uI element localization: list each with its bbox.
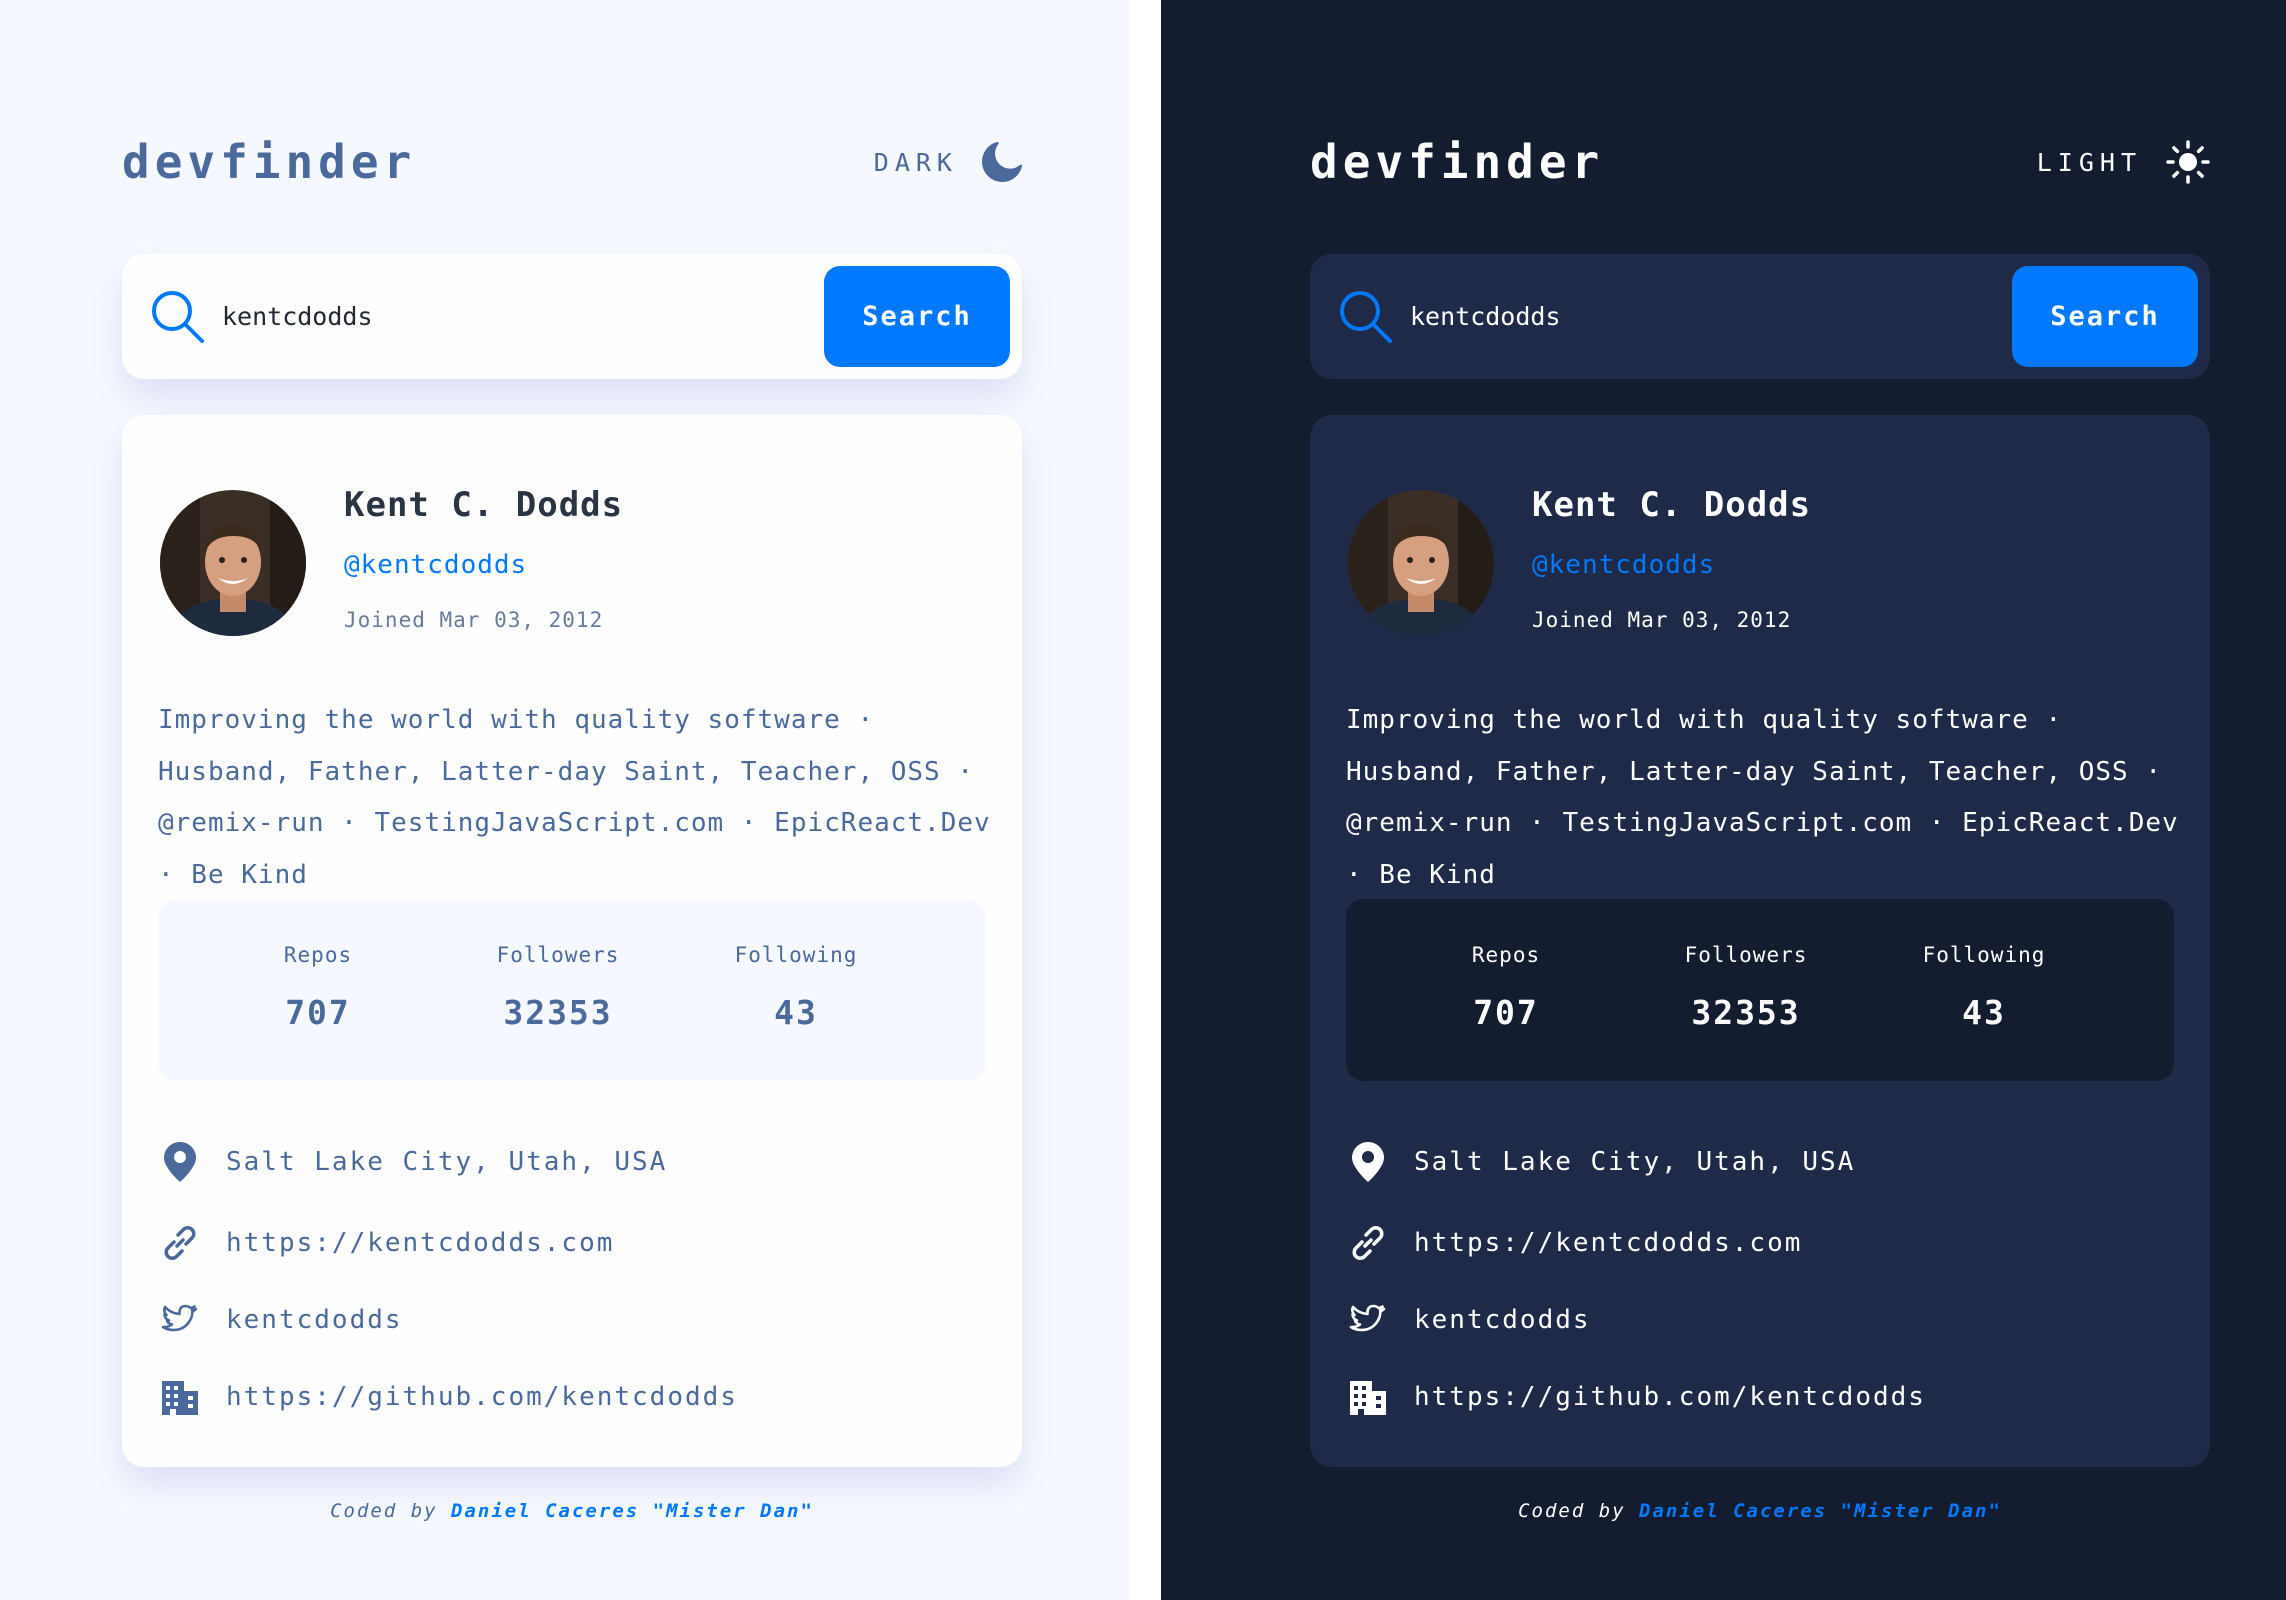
stat-repos-value: 707 [1473, 993, 1539, 1032]
location-pin-icon [158, 1140, 202, 1184]
profile-company[interactable]: https://github.com/kentcdodds [1346, 1372, 2146, 1422]
profile-blog[interactable]: https://kentcdodds.com [158, 1218, 958, 1268]
twitter-link[interactable]: kentcdodds [226, 1305, 403, 1335]
theme-toggle-button[interactable]: DARK [874, 132, 1022, 192]
building-icon [1346, 1375, 1390, 1419]
profile-card: Kent C. Dodds @kentcdodds Joined Mar 03,… [122, 415, 1022, 1467]
profile-login[interactable]: @kentcdodds [344, 550, 527, 580]
profile-location: Salt Lake City, Utah, USA [158, 1137, 958, 1187]
footer-author-link[interactable]: Daniel Caceres "Mister Dan" [451, 1500, 814, 1522]
screenshot-canvas: devfinder DARK Search [0, 0, 2286, 1600]
app-header: devfinder DARK [122, 132, 1022, 192]
dark-theme-panel: devfinder LIGHT Search [1161, 0, 2286, 1600]
search-button[interactable]: Search [2012, 266, 2198, 367]
stat-following-label: Following [1922, 943, 2046, 967]
search-bar: Search [122, 254, 1022, 379]
search-bar: Search [1310, 254, 2210, 379]
app-logo: devfinder [122, 135, 417, 189]
footer-credit: Coded by Daniel Caceres "Mister Dan" [1310, 1500, 2210, 1522]
profile-twitter[interactable]: kentcdodds [158, 1295, 958, 1345]
profile-name: Kent C. Dodds [344, 485, 624, 525]
profile-blog[interactable]: https://kentcdodds.com [1346, 1218, 2146, 1268]
profile-stats: Repos 707 Followers 32353 Following 43 [1346, 899, 2174, 1081]
link-icon [1346, 1221, 1390, 1265]
stat-following-label: Following [734, 943, 858, 967]
search-button[interactable]: Search [824, 266, 1010, 367]
theme-toggle-button[interactable]: LIGHT [2037, 132, 2210, 192]
profile-card: Kent C. Dodds @kentcdodds Joined Mar 03,… [1310, 415, 2210, 1467]
sun-icon [2166, 140, 2210, 184]
profile-location: Salt Lake City, Utah, USA [1346, 1137, 2146, 1187]
app-logo: devfinder [1310, 135, 1605, 189]
panel-divider [1129, 0, 1161, 1600]
app-header: devfinder LIGHT [1310, 132, 2210, 192]
profile-login[interactable]: @kentcdodds [1532, 550, 1715, 580]
blog-link[interactable]: https://kentcdodds.com [1414, 1228, 1802, 1258]
twitter-icon [1346, 1298, 1390, 1342]
light-theme-panel: devfinder DARK Search [0, 0, 1129, 1600]
profile-stats: Repos 707 Followers 32353 Following 43 [158, 899, 986, 1081]
stat-following-value: 43 [774, 993, 818, 1032]
profile-twitter[interactable]: kentcdodds [1346, 1295, 2146, 1345]
link-icon [158, 1221, 202, 1265]
profile-bio: Improving the world with quality softwar… [158, 705, 991, 890]
search-icon [150, 289, 206, 349]
stat-repos-label: Repos [283, 943, 353, 967]
location-text: Salt Lake City, Utah, USA [1414, 1147, 1856, 1177]
profile-bio: Improving the world with quality softwar… [1346, 705, 2179, 890]
moon-icon [982, 142, 1022, 182]
footer-author-link[interactable]: Daniel Caceres "Mister Dan" [1639, 1500, 2002, 1522]
theme-toggle-label: DARK [873, 147, 958, 177]
blog-link[interactable]: https://kentcdodds.com [226, 1228, 614, 1258]
search-input[interactable] [1410, 284, 2010, 349]
search-icon [1338, 289, 1394, 349]
footer-credit: Coded by Daniel Caceres "Mister Dan" [122, 1500, 1022, 1522]
profile-company[interactable]: https://github.com/kentcdodds [158, 1372, 958, 1422]
stat-followers-value: 32353 [503, 993, 613, 1032]
stat-following-value: 43 [1962, 993, 2006, 1032]
profile-joined-date: Joined Mar 03, 2012 [344, 608, 604, 632]
company-link[interactable]: https://github.com/kentcdodds [226, 1382, 738, 1412]
theme-toggle-label: LIGHT [2036, 147, 2142, 177]
stat-followers-value: 32353 [1691, 993, 1801, 1032]
stat-repos-value: 707 [285, 993, 351, 1032]
location-pin-icon [1346, 1140, 1390, 1184]
avatar [160, 490, 306, 636]
twitter-icon [158, 1298, 202, 1342]
profile-name: Kent C. Dodds [1532, 485, 1812, 525]
stat-followers-label: Followers [1684, 943, 1808, 967]
footer-prefix: Coded by [1518, 1500, 1626, 1522]
avatar [1348, 490, 1494, 636]
stat-followers-label: Followers [496, 943, 620, 967]
footer-prefix: Coded by [330, 1500, 438, 1522]
location-text: Salt Lake City, Utah, USA [226, 1147, 668, 1177]
building-icon [158, 1375, 202, 1419]
company-link[interactable]: https://github.com/kentcdodds [1414, 1382, 1926, 1412]
stat-repos-label: Repos [1471, 943, 1541, 967]
search-input[interactable] [222, 284, 822, 349]
twitter-link[interactable]: kentcdodds [1414, 1305, 1591, 1335]
profile-joined-date: Joined Mar 03, 2012 [1532, 608, 1792, 632]
